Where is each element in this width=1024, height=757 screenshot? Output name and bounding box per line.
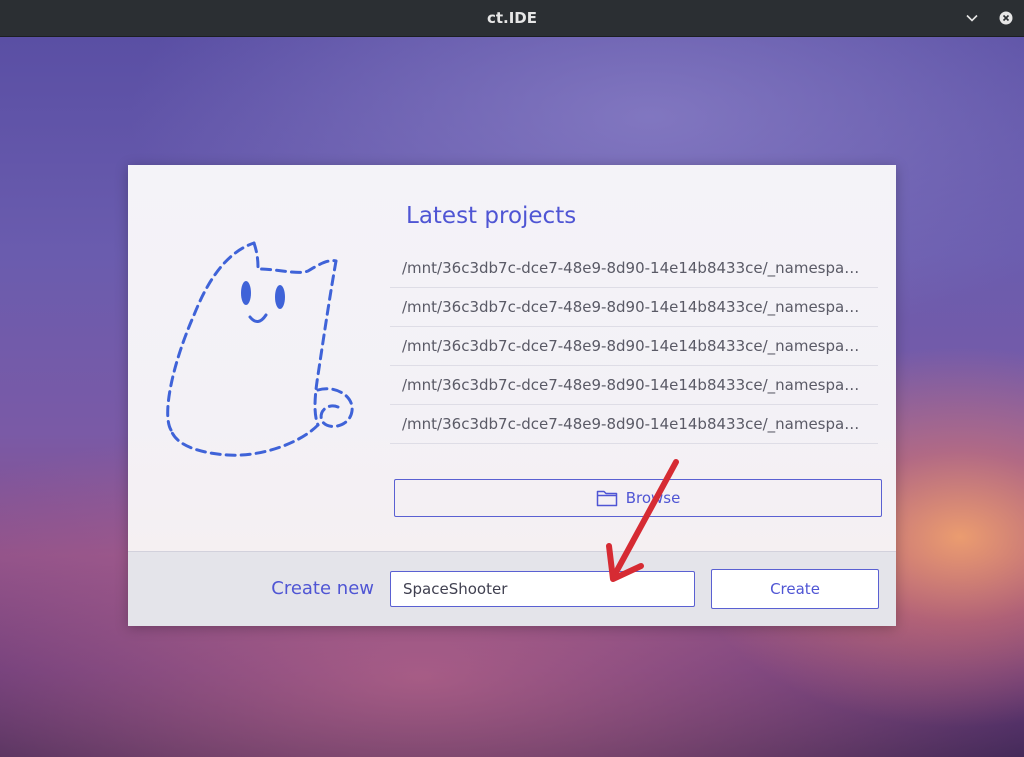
create-button[interactable]: Create (711, 569, 879, 609)
create-new-label: Create new (271, 578, 374, 599)
latest-projects-list: /mnt/36c3db7c-dce7-48e9-8d90-14e14b8433c… (390, 249, 878, 444)
create-new-bar: Create new Create (128, 551, 896, 626)
project-list-item[interactable]: /mnt/36c3db7c-dce7-48e9-8d90-14e14b8433c… (390, 327, 878, 366)
start-screen-dialog: Latest projects /mnt/36c3db7c-dce7-48e9-… (128, 165, 896, 626)
browse-button-label: Browse (625, 489, 681, 507)
close-button[interactable] (994, 6, 1018, 30)
minimize-button[interactable] (960, 6, 984, 30)
app-window: ct.IDE Latest projects /mnt/36c3db7c-dce… (0, 0, 1024, 757)
folder-icon (596, 490, 617, 507)
browse-button[interactable]: Browse (394, 479, 882, 517)
project-list-item[interactable]: /mnt/36c3db7c-dce7-48e9-8d90-14e14b8433c… (390, 288, 878, 327)
window-titlebar[interactable]: ct.IDE (0, 0, 1024, 37)
latest-projects-heading: Latest projects (406, 203, 577, 229)
project-list-item[interactable]: /mnt/36c3db7c-dce7-48e9-8d90-14e14b8433c… (390, 249, 878, 288)
close-icon (999, 11, 1013, 25)
chevron-down-icon (966, 14, 978, 22)
window-title: ct.IDE (486, 9, 538, 27)
cat-mascot-illustration (166, 241, 354, 457)
project-list-item[interactable]: /mnt/36c3db7c-dce7-48e9-8d90-14e14b8433c… (390, 366, 878, 405)
project-list-item[interactable]: /mnt/36c3db7c-dce7-48e9-8d90-14e14b8433c… (390, 405, 878, 444)
project-name-input[interactable] (390, 571, 695, 607)
